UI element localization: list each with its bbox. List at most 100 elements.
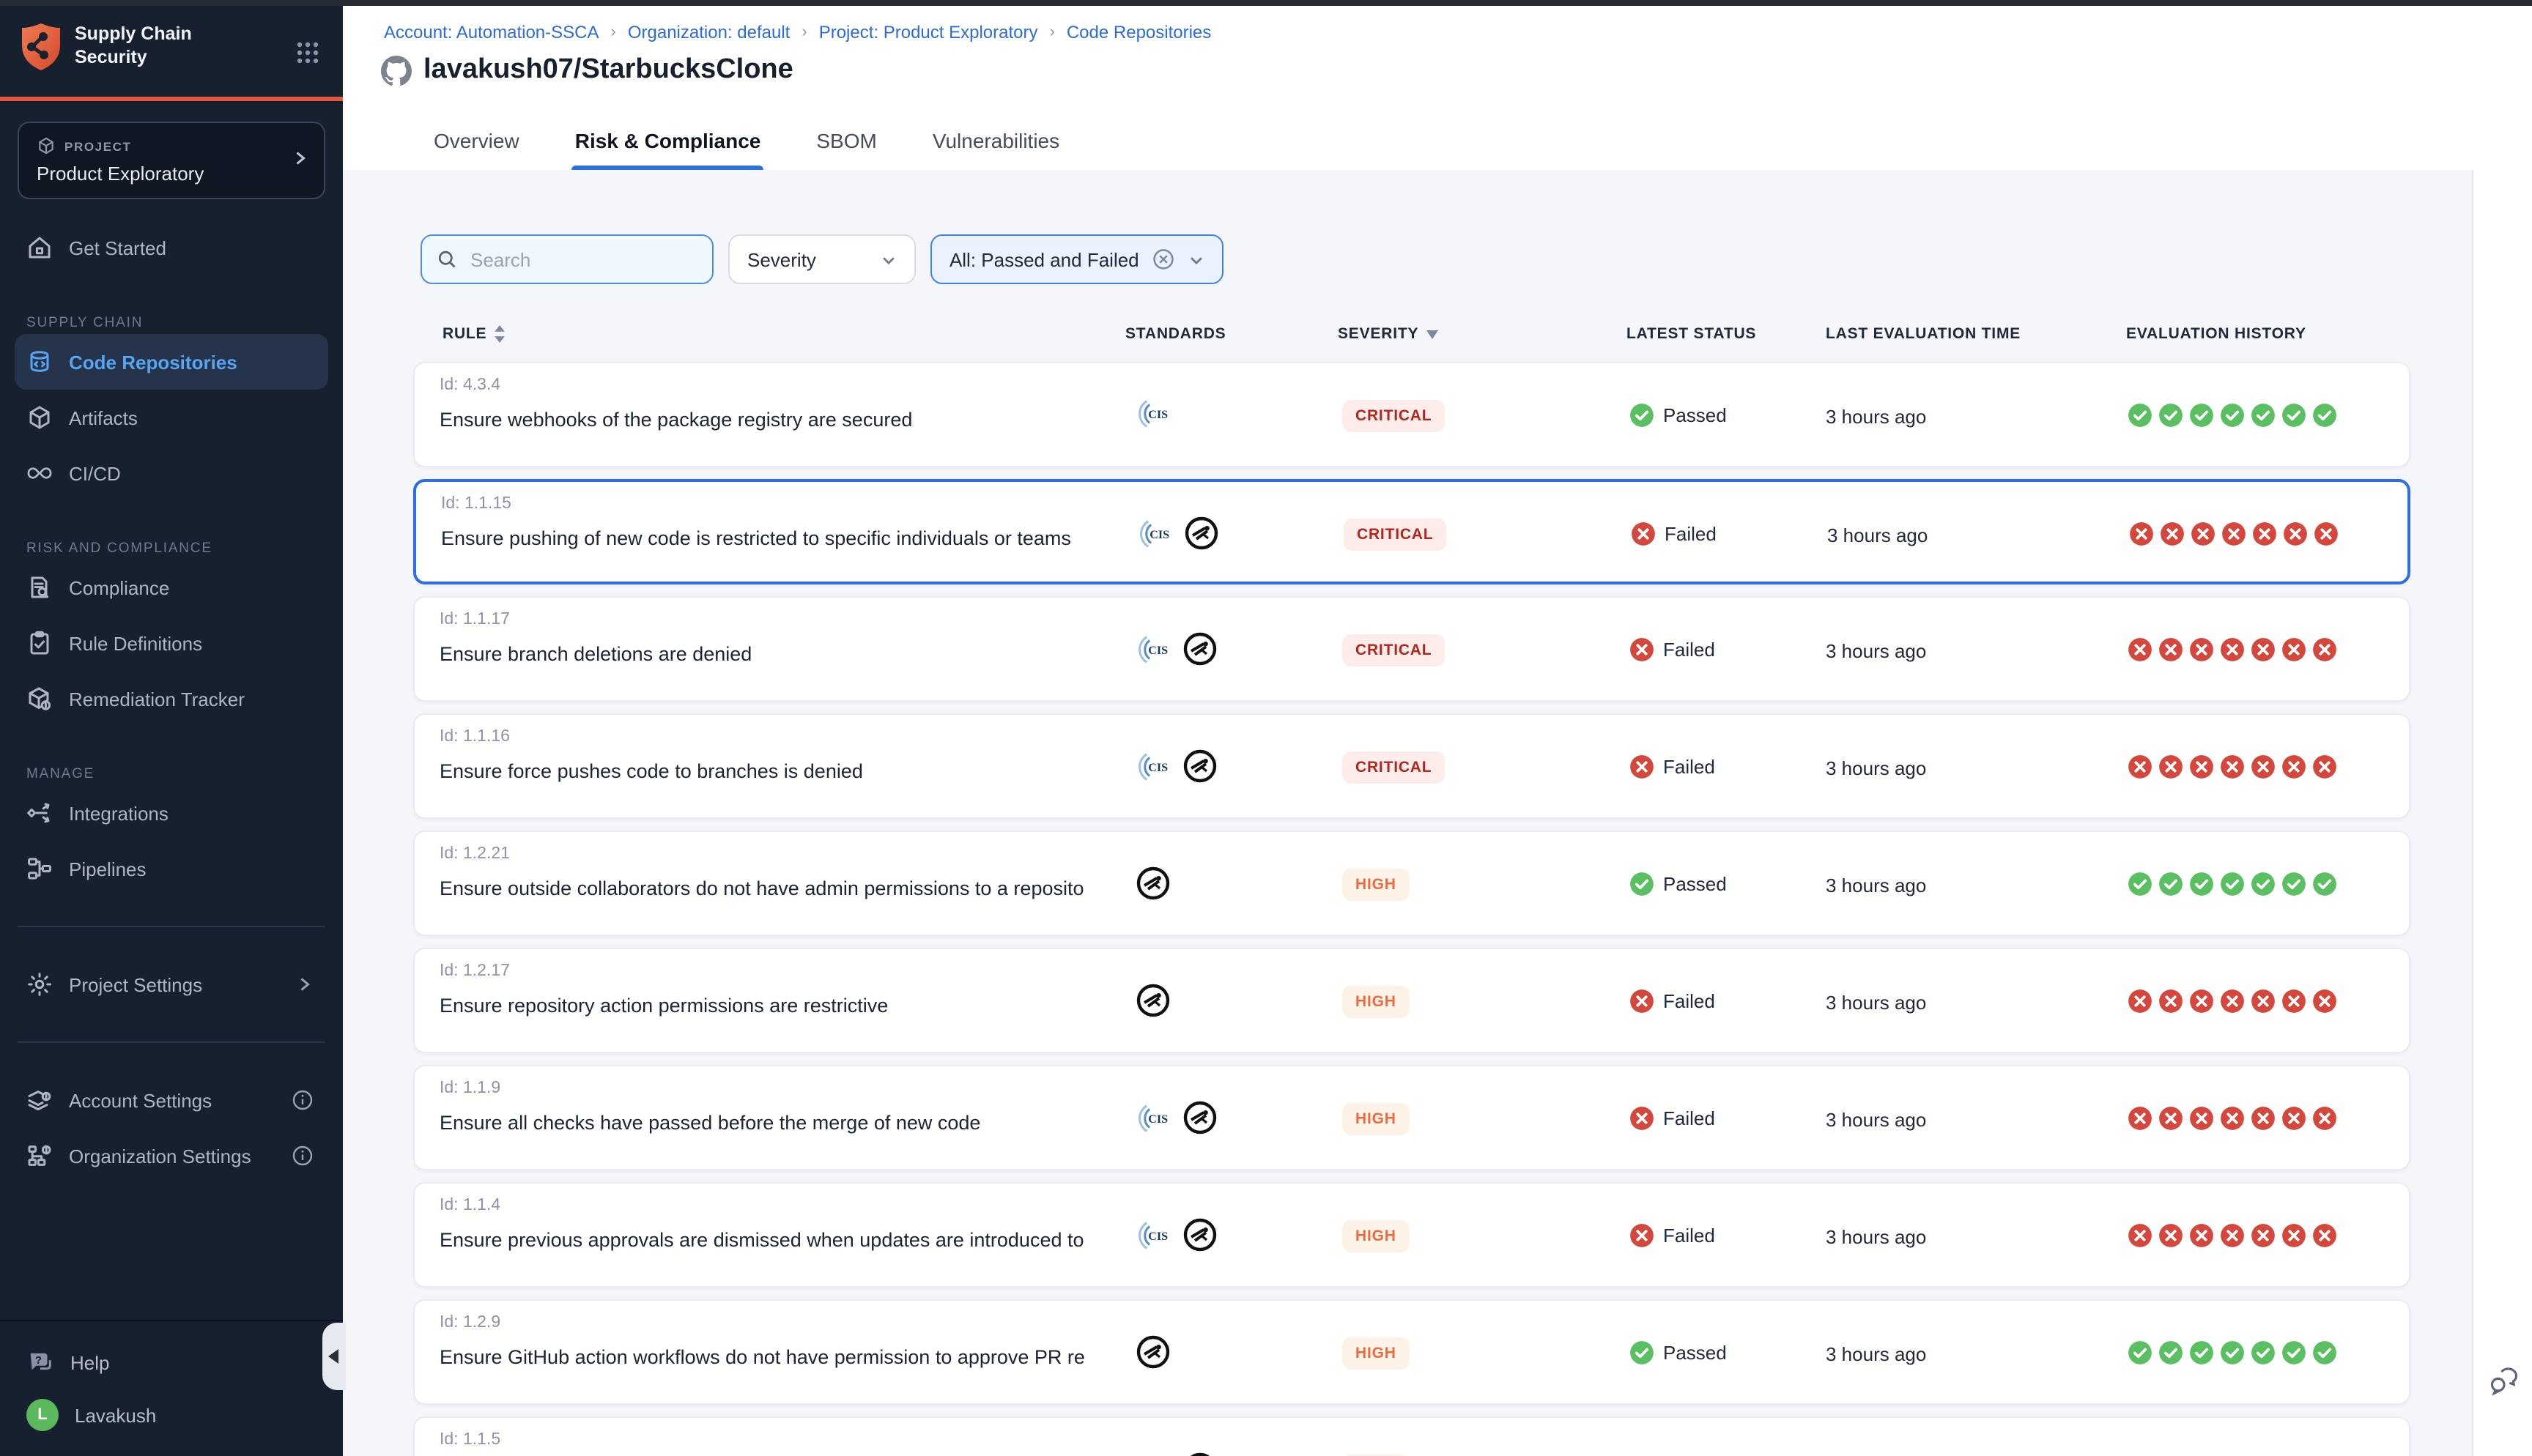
rule-row[interactable]: Id: 1.2.21 Ensure outside collaborators … [413, 831, 2410, 936]
rule-row[interactable]: Id: 1.1.17 Ensure branch deletions are d… [413, 596, 2410, 702]
apps-grid-icon[interactable] [296, 41, 319, 64]
breadcrumb-item[interactable]: Project: Product Exploratory [819, 22, 1038, 42]
history-fail-icon[interactable] [2281, 1223, 2306, 1248]
history-fail-icon[interactable] [2252, 521, 2277, 546]
history-fail-icon[interactable] [2314, 521, 2339, 546]
sidebar-item-ci-cd[interactable]: CI/CD [15, 445, 328, 501]
rule-row[interactable]: Id: 1.1.16 Ensure force pushes code to b… [413, 713, 2410, 819]
severity-filter-dropdown[interactable]: Severity [728, 234, 916, 284]
rule-row[interactable]: Id: 1.1.15 Ensure pushing of new code is… [413, 479, 2410, 584]
rule-row[interactable]: Id: 1.1.5 CIS HIGH Failed 3 hours ago [413, 1416, 2410, 1456]
tab-sbom[interactable]: SBOM [813, 111, 879, 170]
info-icon[interactable] [292, 1145, 314, 1167]
sidebar-item-project-settings[interactable]: Project Settings [15, 957, 328, 1012]
history-fail-icon[interactable] [2251, 989, 2276, 1014]
clear-filter-icon[interactable] [1152, 248, 1176, 271]
sidebar-item-organization-settings[interactable]: Organization Settings [15, 1128, 328, 1184]
history-fail-icon[interactable] [2251, 637, 2276, 662]
history-fail-icon[interactable] [2160, 521, 2185, 546]
search-input[interactable] [467, 247, 693, 272]
history-fail-icon[interactable] [2251, 1223, 2276, 1248]
info-icon[interactable] [292, 1089, 314, 1111]
history-pass-icon[interactable] [2251, 403, 2276, 428]
history-fail-icon[interactable] [2220, 1223, 2245, 1248]
history-pass-icon[interactable] [2158, 1340, 2183, 1365]
sidebar-item-integrations[interactable]: Integrations [15, 785, 328, 841]
history-fail-icon[interactable] [2189, 1223, 2214, 1248]
history-fail-icon[interactable] [2129, 521, 2154, 546]
history-fail-icon[interactable] [2128, 637, 2152, 662]
history-pass-icon[interactable] [2189, 403, 2214, 428]
tab-risk-compliance[interactable]: Risk & Compliance [572, 111, 764, 170]
history-pass-icon[interactable] [2189, 1340, 2214, 1365]
history-pass-icon[interactable] [2312, 872, 2337, 896]
history-pass-icon[interactable] [2312, 1340, 2337, 1365]
history-fail-icon[interactable] [2189, 989, 2214, 1014]
breadcrumb-item[interactable]: Code Repositories [1067, 22, 1211, 42]
sidebar-item-remediation-tracker[interactable]: Remediation Tracker [15, 671, 328, 727]
sidebar-item-code-repositories[interactable]: Code Repositories [15, 334, 328, 390]
history-fail-icon[interactable] [2281, 989, 2306, 1014]
sidebar-item-get-started[interactable]: Get Started [15, 220, 328, 275]
history-fail-icon[interactable] [2189, 637, 2214, 662]
column-rule[interactable]: RULE [443, 325, 506, 343]
sort-icon[interactable] [494, 325, 506, 343]
sidebar-item-pipelines[interactable]: Pipelines [15, 841, 328, 896]
column-severity[interactable]: SEVERITY [1338, 325, 1439, 343]
history-fail-icon[interactable] [2220, 754, 2245, 779]
history-fail-icon[interactable] [2312, 989, 2337, 1014]
history-pass-icon[interactable] [2281, 872, 2306, 896]
sidebar-collapse-handle[interactable] [322, 1323, 346, 1390]
history-pass-icon[interactable] [2251, 1340, 2276, 1365]
history-fail-icon[interactable] [2312, 637, 2337, 662]
history-pass-icon[interactable] [2128, 1340, 2152, 1365]
history-fail-icon[interactable] [2158, 1223, 2183, 1248]
history-pass-icon[interactable] [2189, 872, 2214, 896]
history-pass-icon[interactable] [2220, 403, 2245, 428]
history-fail-icon[interactable] [2312, 1106, 2337, 1131]
rule-row[interactable]: Id: 1.1.4 Ensure previous approvals are … [413, 1182, 2410, 1288]
rule-row[interactable]: Id: 1.2.17 Ensure repository action perm… [413, 948, 2410, 1053]
history-fail-icon[interactable] [2189, 754, 2214, 779]
sidebar-item-artifacts[interactable]: Artifacts [15, 390, 328, 445]
history-fail-icon[interactable] [2283, 521, 2308, 546]
history-fail-icon[interactable] [2312, 754, 2337, 779]
tab-overview[interactable]: Overview [431, 111, 522, 170]
history-pass-icon[interactable] [2158, 872, 2183, 896]
history-pass-icon[interactable] [2128, 403, 2152, 428]
history-fail-icon[interactable] [2128, 1223, 2152, 1248]
history-fail-icon[interactable] [2220, 1106, 2245, 1131]
history-fail-icon[interactable] [2220, 989, 2245, 1014]
project-selector[interactable]: PROJECT Product Exploratory [18, 122, 325, 199]
history-pass-icon[interactable] [2158, 403, 2183, 428]
user-menu[interactable]: L Lavakush [0, 1389, 343, 1441]
breadcrumb-item[interactable]: Account: Automation-SSCA [384, 22, 599, 42]
history-fail-icon[interactable] [2128, 1106, 2152, 1131]
history-fail-icon[interactable] [2128, 989, 2152, 1014]
history-pass-icon[interactable] [2281, 1340, 2306, 1365]
history-fail-icon[interactable] [2191, 521, 2216, 546]
history-fail-icon[interactable] [2158, 754, 2183, 779]
history-fail-icon[interactable] [2128, 754, 2152, 779]
sidebar-item-account-settings[interactable]: Account Settings [15, 1072, 328, 1128]
history-fail-icon[interactable] [2220, 637, 2245, 662]
filter-caret-icon[interactable] [1426, 329, 1439, 339]
history-fail-icon[interactable] [2312, 1223, 2337, 1248]
history-fail-icon[interactable] [2281, 637, 2306, 662]
support-chat-icon[interactable] [2488, 1365, 2520, 1397]
history-fail-icon[interactable] [2221, 521, 2246, 546]
rule-row[interactable]: Id: 1.1.9 Ensure all checks have passed … [413, 1065, 2410, 1170]
history-pass-icon[interactable] [2281, 403, 2306, 428]
history-fail-icon[interactable] [2281, 1106, 2306, 1131]
history-pass-icon[interactable] [2312, 403, 2337, 428]
history-fail-icon[interactable] [2251, 754, 2276, 779]
rule-row[interactable]: Id: 4.3.4 Ensure webhooks of the package… [413, 362, 2410, 467]
history-fail-icon[interactable] [2281, 754, 2306, 779]
history-fail-icon[interactable] [2251, 1106, 2276, 1131]
breadcrumb-item[interactable]: Organization: default [628, 22, 791, 42]
history-pass-icon[interactable] [2220, 872, 2245, 896]
status-filter-dropdown[interactable]: All: Passed and Failed [930, 234, 1224, 284]
help-button[interactable]: ? Help [0, 1336, 343, 1389]
history-pass-icon[interactable] [2128, 872, 2152, 896]
history-fail-icon[interactable] [2158, 637, 2183, 662]
